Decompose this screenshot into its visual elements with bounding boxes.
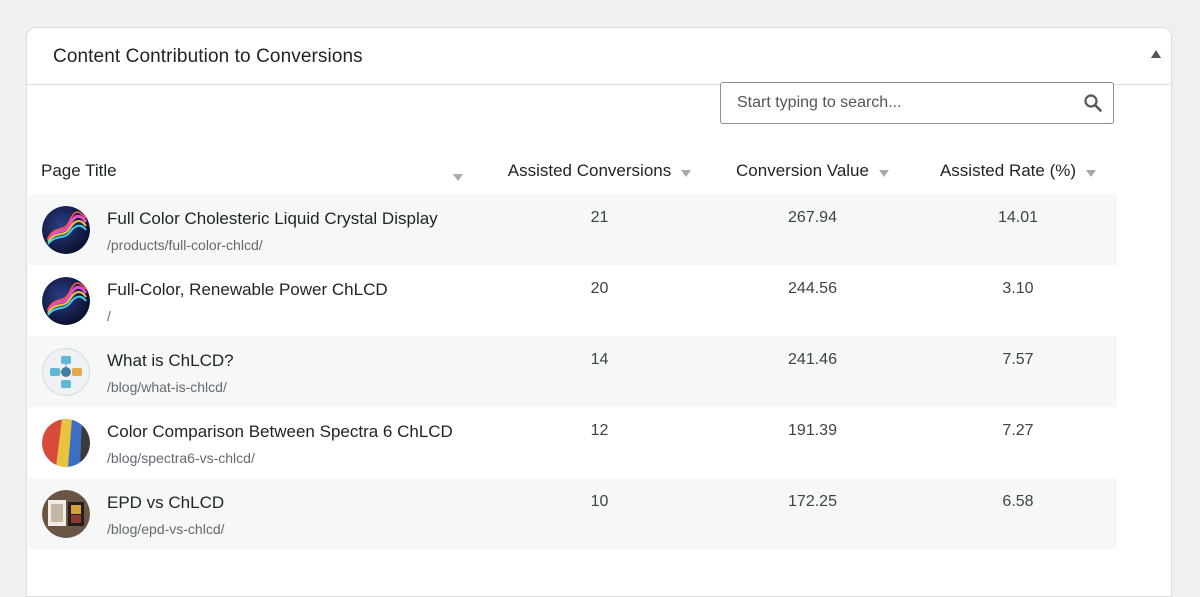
column-header-label: Page Title [41, 161, 117, 180]
conversion-value-cell: 267.94 [788, 209, 837, 226]
table-row: What is ChLCD? /blog/what-is-chlcd/ 14 2… [28, 336, 1117, 407]
search-box [720, 82, 1114, 124]
column-header-conversion-value[interactable]: Conversion Value [706, 148, 919, 194]
page-path: /blog/epd-vs-chlcd/ [107, 521, 225, 537]
column-header-label: Conversion Value [736, 161, 869, 180]
search-input[interactable] [721, 83, 1071, 123]
conversion-value-cell: 191.39 [788, 422, 837, 439]
assisted-conversions-cell: 21 [590, 209, 609, 226]
page-title-link[interactable]: EPD vs ChLCD [107, 493, 224, 513]
column-header-label: Assisted Rate (%) [939, 161, 1077, 180]
page-thumbnail-image [42, 490, 90, 538]
panel-header: Content Contribution to Conversions [27, 28, 1171, 85]
assisted-rate-cell: 14.01 [997, 209, 1039, 226]
content-table: Page Title Assisted Conversions Conversi… [28, 148, 1117, 549]
page-title-link[interactable]: What is ChLCD? [107, 351, 234, 371]
assisted-rate-cell: 7.57 [1002, 351, 1034, 368]
page-path: / [107, 308, 111, 324]
assisted-rate-cell: 6.58 [1002, 493, 1034, 510]
collapse-toggle-icon[interactable] [1151, 50, 1161, 58]
page-path: /products/full-color-chlcd/ [107, 237, 263, 253]
page-thumbnail-image [42, 419, 90, 467]
page-title-cell: EPD vs ChLCD /blog/epd-vs-chlcd/ [28, 478, 493, 549]
assisted-conversions-cell: 14 [590, 351, 609, 368]
assisted-conversions-cell: 10 [590, 493, 609, 510]
column-header-page-title[interactable]: Page Title [28, 148, 493, 194]
sort-caret-icon[interactable] [878, 169, 889, 177]
page-thumbnail-image [42, 348, 90, 396]
column-header-assisted-conversions[interactable]: Assisted Conversions [493, 148, 706, 194]
page-title-link[interactable]: Full-Color, Renewable Power ChLCD [107, 280, 388, 300]
page-title-link[interactable]: Color Comparison Between Spectra 6 ChLCD [107, 422, 453, 442]
page-title-cell: Full-Color, Renewable Power ChLCD / [28, 265, 493, 336]
assisted-conversions-cell: 20 [590, 280, 609, 297]
table-header-row: Page Title Assisted Conversions Conversi… [28, 148, 1117, 194]
search-icon[interactable] [1083, 93, 1103, 113]
conversion-value-cell: 241.46 [788, 351, 837, 368]
panel-title: Content Contribution to Conversions [53, 46, 363, 67]
assisted-rate-cell: 7.27 [1002, 422, 1034, 439]
page-title-link[interactable]: Full Color Cholesteric Liquid Crystal Di… [107, 209, 438, 229]
page-path: /blog/spectra6-vs-chlcd/ [107, 450, 255, 466]
table-row: Full Color Cholesteric Liquid Crystal Di… [28, 194, 1117, 265]
page-thumbnail-image [42, 277, 90, 325]
column-header-label: Assisted Conversions [507, 161, 672, 180]
column-header-assisted-rate[interactable]: Assisted Rate (%) [919, 148, 1117, 194]
assisted-rate-cell: 3.10 [1002, 280, 1034, 297]
table-row: Color Comparison Between Spectra 6 ChLCD… [28, 407, 1117, 478]
sort-caret-icon[interactable] [681, 169, 692, 177]
assisted-conversions-cell: 12 [590, 422, 609, 439]
page-title-cell: Full Color Cholesteric Liquid Crystal Di… [28, 194, 493, 265]
conversion-value-cell: 172.25 [788, 493, 837, 510]
conversion-value-cell: 244.56 [788, 280, 837, 297]
page-title-cell: Color Comparison Between Spectra 6 ChLCD… [28, 407, 493, 478]
page-path: /blog/what-is-chlcd/ [107, 379, 227, 395]
table-row: EPD vs ChLCD /blog/epd-vs-chlcd/ 10 172.… [28, 478, 1117, 549]
table-row: Full-Color, Renewable Power ChLCD / 20 2… [28, 265, 1117, 336]
sort-caret-icon[interactable] [453, 174, 463, 181]
sort-caret-icon[interactable] [1086, 169, 1097, 177]
page-title-cell: What is ChLCD? /blog/what-is-chlcd/ [28, 336, 493, 407]
page-thumbnail-image [42, 206, 90, 254]
